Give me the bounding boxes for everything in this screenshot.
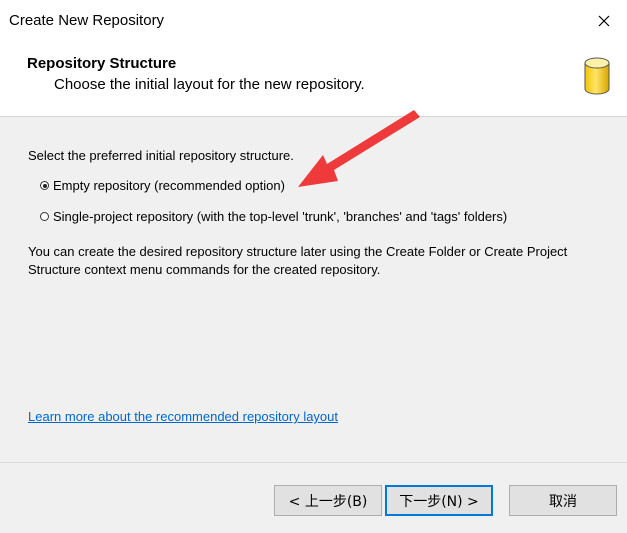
radio-label-empty: Empty repository (recommended option) bbox=[53, 178, 285, 193]
cancel-button[interactable]: 取消 bbox=[509, 485, 617, 516]
structure-prompt: Select the preferred initial repository … bbox=[28, 148, 294, 163]
radio-empty-repository[interactable]: Empty repository (recommended option) bbox=[40, 178, 285, 193]
next-button[interactable]: 下一步(N) > bbox=[385, 485, 493, 516]
footer-divider bbox=[0, 462, 627, 463]
page-title: Repository Structure bbox=[27, 55, 177, 72]
wizard-header: Repository Structure Choose the initial … bbox=[0, 42, 627, 117]
note-line-2: Structure context menu commands for the … bbox=[28, 262, 381, 277]
radio-button-checked[interactable] bbox=[40, 181, 49, 190]
radio-label-single-project: Single-project repository (with the top-… bbox=[53, 209, 508, 224]
window-title: Create New Repository bbox=[9, 12, 165, 29]
database-icon bbox=[584, 57, 610, 95]
close-icon bbox=[598, 15, 610, 27]
title-bar: Create New Repository bbox=[0, 0, 627, 42]
back-button[interactable]: < 上一步(B) bbox=[274, 485, 382, 516]
page-subtitle: Choose the initial layout for the new re… bbox=[54, 76, 365, 93]
learn-more-link[interactable]: Learn more about the recommended reposit… bbox=[28, 409, 338, 424]
wizard-content: Select the preferred initial repository … bbox=[0, 117, 627, 462]
radio-button[interactable] bbox=[40, 212, 49, 221]
radio-single-project[interactable]: Single-project repository (with the top-… bbox=[40, 209, 507, 224]
note-line-1: You can create the desired repository st… bbox=[28, 244, 568, 259]
close-button[interactable] bbox=[581, 0, 627, 42]
